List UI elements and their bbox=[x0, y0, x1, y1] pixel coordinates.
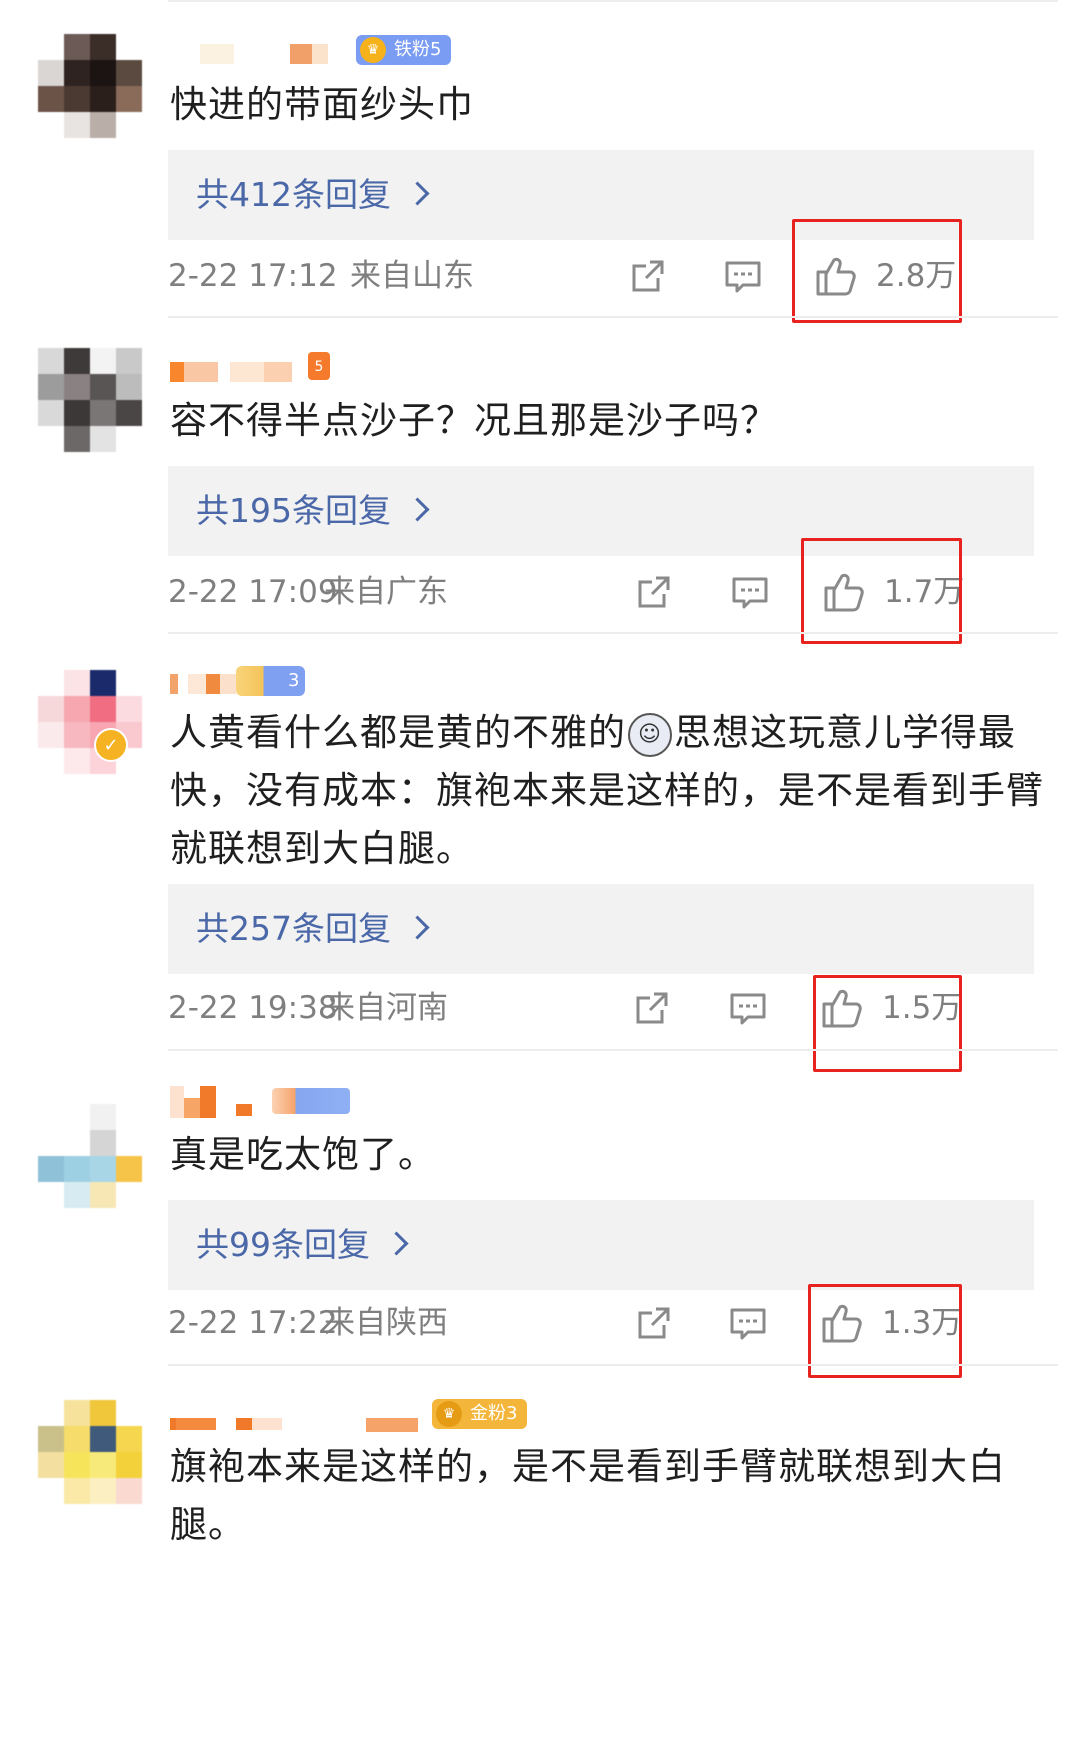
fan-level-icon: 5 bbox=[308, 352, 330, 380]
comment-divider bbox=[168, 632, 1058, 634]
fan-badge-blurred bbox=[272, 1088, 350, 1114]
avatar[interactable] bbox=[38, 1400, 142, 1504]
comment-text: 容不得半点沙子？况且那是沙子吗？ bbox=[170, 399, 778, 442]
timestamp: 2-22 17:12 bbox=[168, 258, 338, 294]
fan-badge: 3 bbox=[236, 666, 306, 696]
location: 来自山东 bbox=[350, 258, 474, 294]
comment-icon[interactable] bbox=[730, 572, 770, 612]
verified-icon: ✓ bbox=[94, 728, 128, 762]
replies-link[interactable]: 共257条回复 bbox=[168, 884, 1034, 974]
chevron-right-icon bbox=[405, 181, 430, 206]
comment-text: 旗袍本来是这样的，是不是看到手臂就联想到大白腿。 bbox=[170, 1445, 1006, 1546]
comment-divider bbox=[168, 1364, 1058, 1366]
timestamp: 2-22 19:38 bbox=[168, 990, 338, 1026]
chevron-right-icon bbox=[405, 497, 430, 522]
location: 来自广东 bbox=[324, 574, 448, 610]
chevron-right-icon bbox=[405, 915, 430, 940]
share-icon[interactable] bbox=[634, 1303, 674, 1343]
emoji-icon: ☺ bbox=[628, 712, 672, 757]
chevron-right-icon bbox=[384, 1231, 409, 1256]
highlight-box bbox=[801, 538, 962, 644]
avatar[interactable] bbox=[38, 670, 142, 774]
username-blurred[interactable] bbox=[170, 1406, 450, 1436]
share-icon[interactable] bbox=[628, 256, 668, 296]
highlight-box bbox=[792, 219, 962, 323]
avatar[interactable] bbox=[38, 1104, 142, 1208]
share-icon[interactable] bbox=[634, 572, 674, 612]
timestamp: 2-22 17:09 bbox=[168, 574, 338, 610]
comment-icon[interactable] bbox=[728, 1303, 768, 1343]
crown-icon: ♛ bbox=[360, 37, 386, 63]
comment-text: 人黄看什么都是黄的不雅的 ☺ 思想这玩意儿学得最快，没有成本：旗袍本来是这样的，是不… bbox=[170, 711, 1044, 870]
comment-text: 快进的带面纱头巾 bbox=[170, 83, 474, 126]
share-icon[interactable] bbox=[632, 988, 672, 1028]
location: 来自河南 bbox=[324, 990, 448, 1026]
crown-icon: ♛ bbox=[436, 1401, 462, 1427]
location: 来自陕西 bbox=[324, 1305, 448, 1341]
highlight-box bbox=[813, 975, 962, 1072]
top-divider bbox=[168, 0, 1058, 2]
avatar[interactable] bbox=[38, 34, 142, 138]
fan-badge: ♛ 金粉3 bbox=[432, 1399, 528, 1429]
comment-icon[interactable] bbox=[723, 256, 763, 296]
replies-link[interactable]: 共99条回复 bbox=[168, 1200, 1034, 1290]
timestamp: 2-22 17:22 bbox=[168, 1305, 338, 1341]
fan-badge: ♛ 铁粉5 bbox=[356, 35, 452, 65]
comment-divider bbox=[168, 316, 1058, 318]
comment-text: 真是吃太饱了。 bbox=[170, 1133, 436, 1176]
avatar[interactable] bbox=[38, 348, 142, 452]
comment-divider bbox=[168, 1049, 1058, 1051]
comment-icon[interactable] bbox=[728, 988, 768, 1028]
username-blurred[interactable] bbox=[170, 356, 330, 386]
